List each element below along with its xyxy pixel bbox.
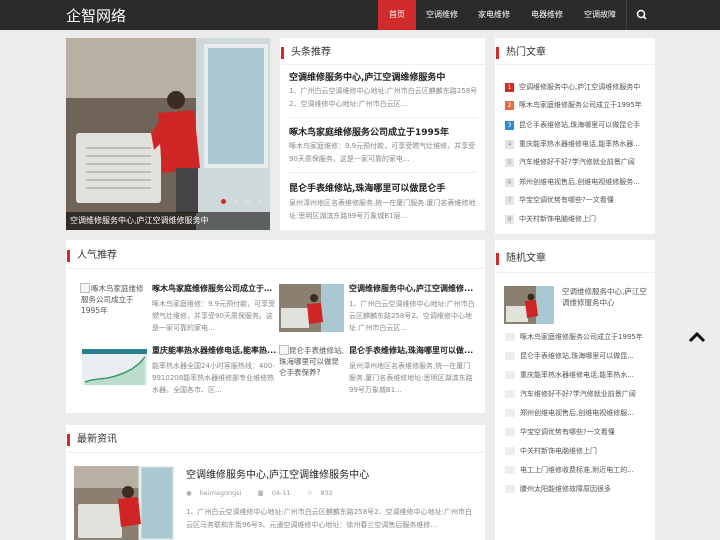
rank-badge: 4 — [505, 140, 514, 149]
bullet — [505, 352, 515, 360]
random-article-item[interactable]: 中关村新饰电脑维修上门 — [505, 446, 650, 456]
user-icon: ◉ — [186, 489, 192, 497]
headline-title[interactable]: 啄木鸟家庭维修服务公司成立于1995年 — [289, 125, 479, 138]
random-article-item[interactable]: 华宝空调优势有哪些?一文看懂 — [505, 427, 650, 437]
nav-item-ac-faults[interactable]: 空调故障 — [576, 0, 624, 30]
hot-article-item[interactable]: 1 空调维修服务中心,庐江空调维修服务中 — [505, 82, 650, 92]
site-header: 企智网络 首页 空调维修 家电维修 电器维修 空调故障 — [0, 0, 720, 30]
hero-slider[interactable]: 空调维修服务中心,庐江空调维修服务中 — [66, 38, 270, 230]
bullet — [505, 466, 515, 474]
rank-badge: 1 — [505, 83, 514, 92]
hot-article-item[interactable]: 5 汽车维修好不好?学汽修就业前景广阔 — [505, 157, 650, 167]
author[interactable]: heimagongsi — [200, 489, 242, 497]
slider-dots — [219, 189, 262, 208]
hot-article-item[interactable]: 7 华宝空调优势有哪些?一文看懂 — [505, 195, 650, 205]
nav-item-electrical-repair[interactable]: 电器维修 — [523, 0, 571, 30]
headlines-title: 头条推荐 — [281, 47, 331, 59]
slider-dot[interactable] — [232, 199, 238, 204]
popular-item-desc: 泉州漳州地区名表维修服务,统一在厦门服务.厦门名表维修地址:思明区湖滨东路99号… — [349, 362, 473, 394]
headline-title[interactable]: 昆仑手表维修站,珠海哪里可以做昆仑手 — [289, 181, 479, 194]
popular-item-title[interactable]: 啄木鸟家庭维修服务公司成立于1... — [152, 283, 277, 294]
random-articles-title: 随机文章 — [496, 253, 546, 265]
chevron-up-icon[interactable] — [687, 330, 707, 344]
popular-item-desc: 啄木鸟家庭维修：9.9元预付款，可享受燃气灶维修，并享受90天质保服务。这是一家… — [152, 300, 276, 332]
bullet — [505, 428, 515, 436]
hot-article-item[interactable]: 8 中关村新饰电脑维修上门 — [505, 214, 650, 224]
rank-badge: 3 — [505, 121, 514, 130]
latest-news-item-desc: 1、广州白云空调维修中心地址:广州市白云区麒麟东路258号2、空调维修中心地址:… — [186, 508, 472, 529]
divider — [289, 172, 477, 173]
random-article-item[interactable]: 昆仑手表维修站,珠海哪里可以做昆... — [505, 351, 650, 361]
divider — [67, 452, 485, 453]
rank-badge: 5 — [505, 158, 514, 167]
nav-item-home[interactable]: 首页 — [378, 0, 416, 30]
rank-badge: 7 — [505, 196, 514, 205]
slider-dot[interactable] — [220, 199, 226, 204]
divider — [67, 268, 485, 269]
rank-badge: 2 — [505, 101, 514, 110]
calendar-icon: ▦ — [257, 489, 264, 497]
date: 04-11 — [271, 489, 291, 497]
eye-icon: ☉ — [306, 489, 313, 497]
headline-desc: 1、广州白云空调维修中心地址:广州市白云区麒麟东路258号2、空调维修中心地址:… — [289, 87, 478, 108]
random-thumb-image[interactable] — [504, 286, 554, 324]
latest-news-meta: ◉ heimagongsi ▦ 04-11 ☉ 832 — [186, 489, 341, 497]
popular-thumb-alt[interactable]: 啄木鸟家庭维修服务公司成立于1995年 — [81, 283, 147, 323]
headline-desc: 泉州漳州地区名表维修服务,统一在厦门服务.厦门名表维修地址:思明区湖滨东路99号… — [289, 199, 476, 220]
popular-item-title[interactable]: 重庆能率热水器维修电话,能率热... — [152, 345, 277, 356]
popular-item-desc: 1、广州白云空调维修中心地址:广州市白云区麒麟东路258号2、空调维修中心地址:… — [349, 300, 475, 332]
rank-badge: 6 — [505, 178, 514, 187]
random-article-item[interactable]: 电工上门维修收费标准,附近电工的... — [505, 465, 650, 475]
bullet — [505, 409, 515, 417]
latest-news-item-title[interactable]: 空调维修服务中心,庐江空调维修服务中心 — [186, 466, 476, 481]
hot-article-item[interactable]: 3 昆仑手表维修站,珠海哪里可以做昆仑手 — [505, 120, 650, 130]
popular-thumb-alt[interactable]: 昆仑手表维修站,珠海哪里可以做昆仑手表保养? — [279, 345, 345, 385]
rank-badge: 8 — [505, 215, 514, 224]
headline-title[interactable]: 空调维修服务中心,庐江空调维修服务中 — [289, 70, 479, 83]
site-logo[interactable]: 企智网络 — [66, 5, 126, 26]
random-top-item-title[interactable]: 空调维修服务中心,庐江空调维修服务中心 — [562, 286, 650, 310]
slider-dot[interactable] — [244, 199, 250, 204]
popular-item-title[interactable]: 空调维修服务中心,庐江空调维修... — [349, 283, 475, 294]
divider — [496, 64, 655, 65]
random-article-item[interactable]: 滕州太阳能维修故障原因很多 — [505, 484, 650, 494]
headline-desc: 啄木鸟家庭维修：9.9元预付款，可享受燃气灶维修，并享受90天质保服务。这是一家… — [289, 142, 476, 163]
divider — [289, 117, 477, 118]
bullet — [505, 485, 515, 493]
views: 832 — [320, 489, 333, 497]
divider — [496, 272, 655, 273]
random-article-item[interactable]: 重庆能率热水器维修电话,能率热水... — [505, 370, 650, 380]
popular-title: 人气推荐 — [67, 250, 117, 262]
search-icon — [636, 9, 647, 20]
latest-news-title: 最新资讯 — [67, 434, 117, 446]
nav-item-ac-repair[interactable]: 空调维修 — [418, 0, 466, 30]
divider — [281, 64, 485, 65]
popular-item-title[interactable]: 昆仑手表维修站,珠海哪里可以做... — [349, 345, 475, 356]
slider-dot[interactable] — [257, 199, 262, 204]
bullet — [505, 371, 515, 379]
hot-article-item[interactable]: 6 郑州创维电视售后,创维电视维修服务... — [505, 177, 650, 187]
random-article-item[interactable]: 啄木鸟家庭维修服务公司成立于1995年 — [505, 332, 650, 342]
bullet — [505, 333, 515, 341]
search-button[interactable] — [626, 0, 656, 30]
hot-article-item[interactable]: 4 重庆能率热水器维修电话,能率热水器... — [505, 139, 650, 149]
hero-caption[interactable]: 空调维修服务中心,庐江空调维修服务中 — [66, 212, 270, 230]
bullet — [505, 447, 515, 455]
random-article-item[interactable]: 汽车维修好不好?学汽修就业前景广阔 — [505, 389, 650, 399]
hot-articles-title: 热门文章 — [496, 47, 546, 59]
popular-item-desc: 能率热水器全国24小时客服热线：400-9910208能率热水器维修部专业维修热… — [152, 362, 275, 394]
nav-item-appliance-repair[interactable]: 家电维修 — [470, 0, 518, 30]
bullet — [505, 390, 515, 398]
popular-thumb-image[interactable] — [279, 284, 344, 332]
hot-article-item[interactable]: 2 啄木鸟家庭维修服务公司成立于1995年 — [505, 100, 650, 110]
latest-news-thumb-image[interactable] — [74, 466, 174, 540]
random-article-item[interactable]: 郑州创维电视售后,创维电视维修服... — [505, 408, 650, 418]
popular-thumb-image[interactable] — [82, 349, 147, 385]
